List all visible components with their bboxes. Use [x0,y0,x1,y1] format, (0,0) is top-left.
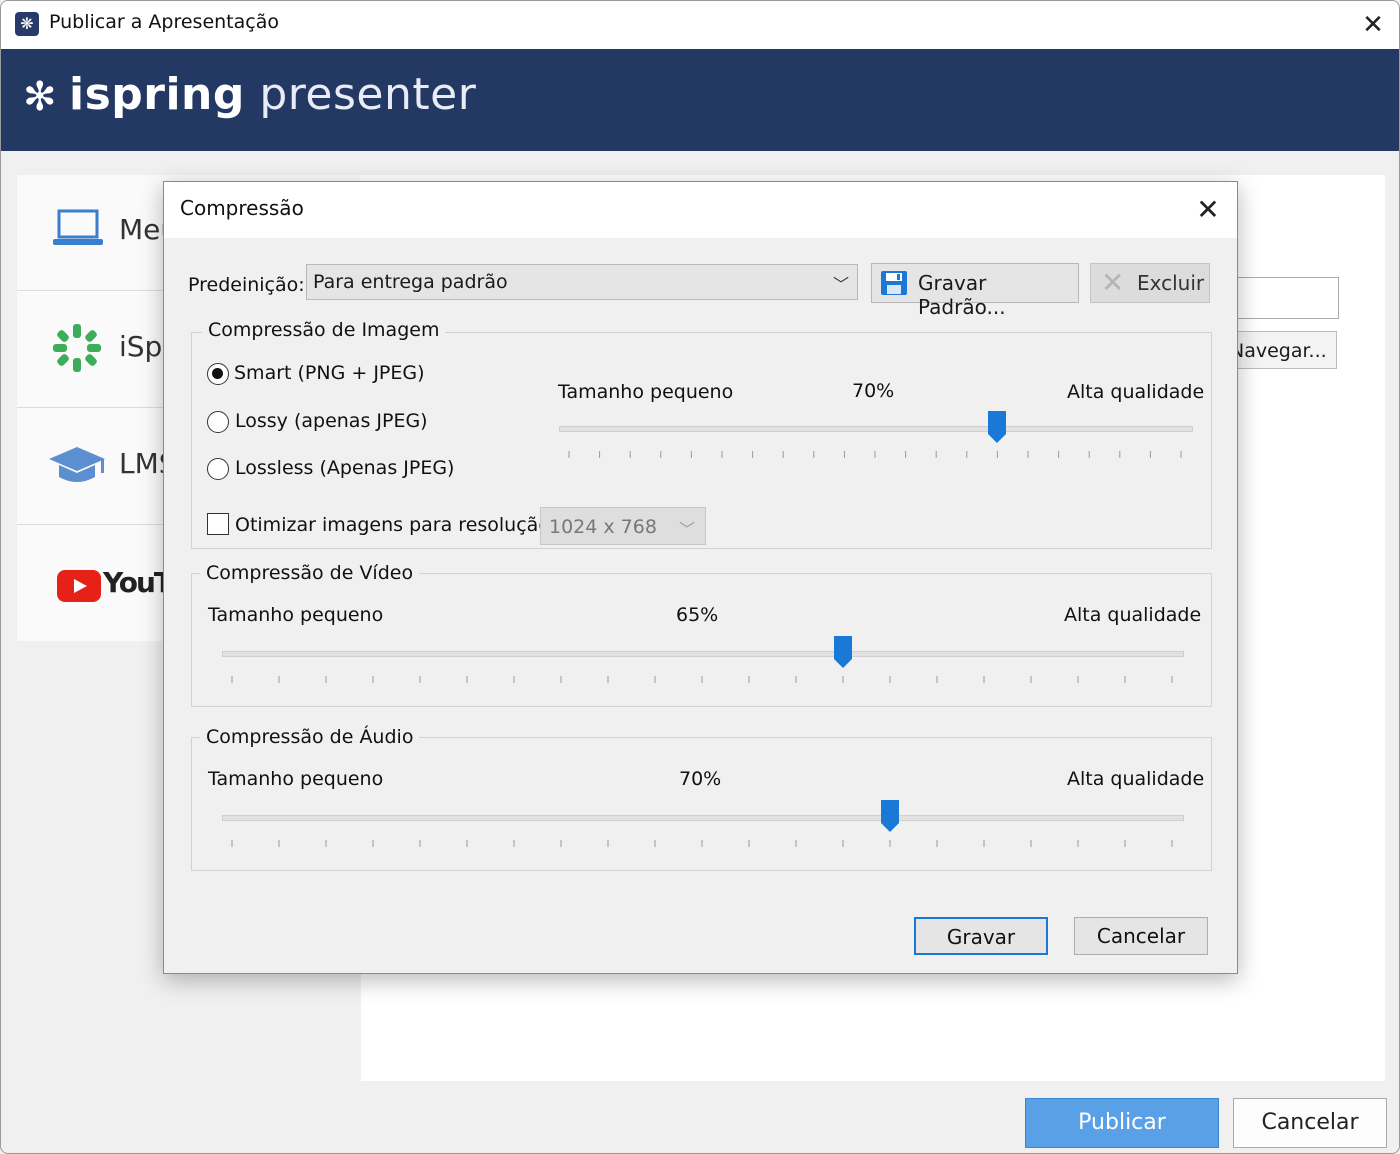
resolution-value: 1024 x 768 [549,516,657,538]
video-slider-min-label: Tamanho pequeno [208,604,384,626]
chevron-down-icon: ﹀ [679,520,696,539]
brand-logo: ispring presenter [69,67,476,123]
dialog-titlebar: Compressão ✕ [164,182,1237,238]
folder-input[interactable] [1229,277,1339,319]
radio-lossless[interactable] [207,458,229,480]
slider-thumb[interactable] [833,635,853,669]
video-compression-title: Compressão de Vídeo [200,562,420,584]
cancel-button[interactable]: Cancelar [1233,1098,1387,1148]
slider-ticks [231,676,1173,683]
audio-slider-value-label: 70% [679,768,722,790]
graduation-cap-icon [49,447,105,482]
ispring-snowflake-icon: ✻ [23,74,57,120]
dialog-cancel-button[interactable]: Cancelar [1074,917,1208,955]
save-button[interactable]: Gravar [914,917,1048,955]
audio-slider-max-label: Alta qualidade [1067,768,1205,790]
image-compression-title: Compressão de Imagem [202,319,446,341]
slider-track[interactable] [559,426,1193,432]
audio-slider-min-label: Tamanho pequeno [208,768,384,790]
video-compression-group: Compressão de Vídeo [191,562,1212,707]
floppy-disk-icon [881,271,907,295]
audio-compression-group: Compressão de Áudio [191,726,1212,871]
optimize-images-checkbox[interactable] [207,513,229,535]
chevron-down-icon: ﹀ [833,275,850,294]
slider-ticks [568,451,1182,458]
resolution-select[interactable]: 1024 x 768 ﹀ [540,507,706,545]
optimize-images-label: Otimizar imagens para resolução: [235,514,557,536]
laptop-icon [53,209,103,245]
slider-ticks [231,840,1173,847]
dialog-close-button[interactable]: ✕ [1188,190,1228,230]
save-preset-label: Gravar Padrão... [918,271,1006,319]
window-titlebar: ❋ Publicar a Apresentação ✕ [1,1,1399,49]
radio-lossy[interactable] [207,411,229,433]
window-title: Publicar a Apresentação [49,11,279,33]
video-slider-value-label: 65% [676,604,719,626]
dialog-title: Compressão [180,196,304,220]
logo-bold: ispring [69,69,245,120]
save-preset-button[interactable]: Gravar Padrão... [871,263,1079,319]
publish-button[interactable]: Publicar [1025,1098,1219,1148]
preset-value: Para entrega padrão [313,271,508,293]
slider-track[interactable] [222,651,1184,657]
compression-dialog: Compressão ✕ Predeinição: Para entrega p… [163,181,1238,974]
slider-thumb[interactable] [880,799,900,833]
window-close-button[interactable]: ✕ [1353,5,1393,45]
youtube-logo-icon [57,570,101,602]
preset-label: Predeinição: [188,274,305,296]
delete-x-icon: ✕ [1101,266,1125,299]
ispring-logo-icon [53,324,101,372]
radio-smart[interactable] [207,363,229,385]
delete-preset-label: Excluir [1137,271,1205,295]
delete-preset-button[interactable]: ✕ Excluir [1090,263,1210,303]
slider-track[interactable] [222,815,1184,821]
logo-light: presenter [244,69,477,120]
radio-lossy-label: Lossy (apenas JPEG) [235,410,428,432]
radio-smart-label: Smart (PNG + JPEG) [234,362,425,384]
radio-lossless-label: Lossless (Apenas JPEG) [235,457,455,479]
audio-compression-title: Compressão de Áudio [200,726,420,748]
browse-button[interactable]: Navegar... [1229,331,1337,369]
preset-select[interactable]: Para entrega padrão ﹀ [306,264,858,300]
app-icon: ❋ [15,12,39,36]
image-slider-max-label: Alta qualidade [1067,381,1205,403]
video-slider-max-label: Alta qualidade [1064,604,1202,626]
image-slider-value-label: 70% [852,380,895,402]
image-slider-min-label: Tamanho pequeno [558,381,734,403]
slider-thumb[interactable] [987,410,1007,444]
